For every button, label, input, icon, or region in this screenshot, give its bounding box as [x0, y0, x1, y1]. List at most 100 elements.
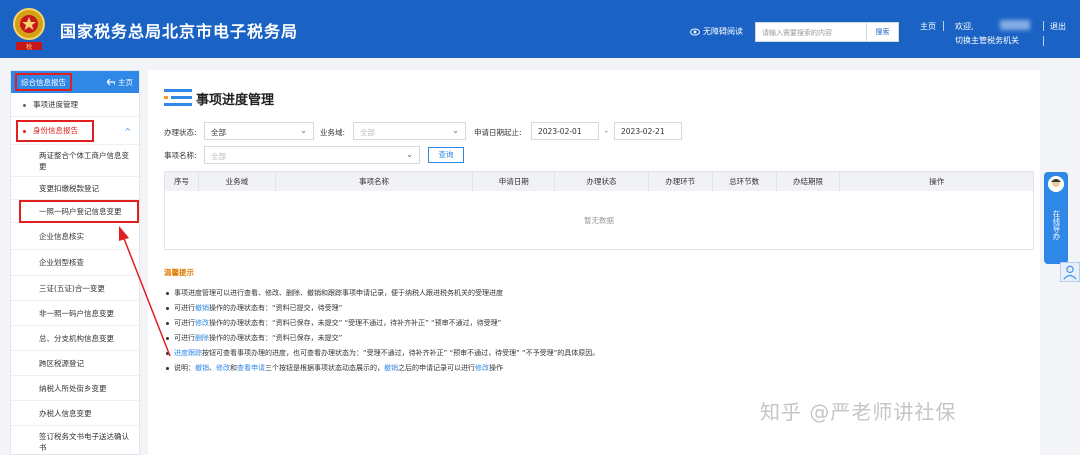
sidebar-item[interactable]: 签订税务文书电子送达确认书: [11, 426, 139, 455]
domain-select[interactable]: 全部 ⌄: [353, 122, 466, 140]
tip-text: 说明：: [174, 364, 195, 372]
sidebar-item-label: 跨区税源登记: [39, 358, 84, 368]
sidebar-item-label: 三证(五证)合一变更: [39, 283, 105, 293]
sidebar-item[interactable]: 非一照一码户信息变更: [11, 301, 139, 326]
eye-icon: [690, 28, 700, 35]
sidebar-item[interactable]: 总、分支机构信息变更: [11, 326, 139, 351]
status-value: 全部: [211, 128, 226, 137]
tip-link[interactable]: 修改: [216, 364, 230, 372]
redacted-username: [1000, 20, 1030, 30]
sidebar-item-label: 总、分支机构信息变更: [39, 333, 114, 343]
top-header: 税 国家税务总局北京市电子税务局 无障碍阅读 请输入需要搜索的内容 搜索 主页 …: [0, 0, 1080, 58]
divider: [943, 21, 944, 31]
tip-line: 进度跟踪按钮可查看事项办理的进度，也可查看办理状态为：“受理不通过，待补齐补正”…: [164, 347, 1024, 362]
tip-line: 可进行修改操作的办理状态有：“资料已保存，未提交” “受理不通过，待补齐补正” …: [164, 317, 1024, 332]
tips-title: 温馨提示: [164, 268, 194, 277]
tip-line: 可进行删除操作的办理状态有：“资料已保存，未提交”: [164, 332, 1024, 347]
online-guide-label: 在线导办: [1052, 210, 1061, 240]
home-link[interactable]: 主页: [920, 21, 936, 32]
sidebar-item-label: 签订税务文书电子送达确认书: [39, 432, 129, 452]
tip-text: 操作的办理状态有：“资料已保存，未提交” “受理不通过，待补齐补正” “预审不通…: [209, 319, 502, 327]
divider: [1043, 21, 1044, 31]
table-column-header: 业务域: [199, 172, 276, 191]
tip-link[interactable]: 撤销: [384, 364, 398, 372]
site-title: 国家税务总局北京市电子税务局: [60, 22, 299, 41]
page-heading: 事项进度管理: [164, 88, 274, 108]
bullet-icon: [166, 337, 169, 340]
tip-line: 事项进度管理可以进行查看、修改、删除、撤销和跟踪事项申请记录，便于纳税人跟进税务…: [164, 287, 1024, 302]
tip-text: 、: [209, 364, 216, 372]
back-arrow-icon: [107, 79, 115, 86]
item-name-label: 事项名称:: [164, 151, 197, 160]
national-emblem-icon: 税: [13, 8, 45, 51]
item-name-select[interactable]: 全部 ⌄: [204, 146, 420, 164]
sidebar-item-label: 事项进度管理: [33, 100, 78, 109]
date-from-input[interactable]: 2023-02-01: [531, 122, 599, 140]
watermark-text: 知乎 @严老师讲社保: [760, 400, 957, 424]
results-table: 序号 业务域 事项名称 申请日期 办理状态 办理环节 总环节数 办结期限 操作 暂无数据: [164, 171, 1034, 250]
tips-section: 温馨提示 事项进度管理可以进行查看、修改、删除、撤销和跟踪事项申请记录，便于纳税…: [164, 267, 1024, 377]
status-label: 办理状态:: [164, 128, 197, 137]
list-icon: [164, 89, 192, 106]
table-header: 序号 业务域 事项名称 申请日期 办理状态 办理环节 总环节数 办结期限 操作: [165, 172, 1033, 191]
sidebar-item[interactable]: 身份信息报告 ^: [11, 117, 139, 145]
bullet-icon: [166, 367, 169, 370]
tip-line: 可进行撤销操作的办理状态有：“资料已提交，待受理”: [164, 302, 1024, 317]
tip-text: 可进行: [174, 334, 195, 342]
tip-text: 按钮可查看事项办理的进度，也可查看办理状态为：“受理不通过，待补齐补正” “预审…: [202, 349, 600, 357]
tip-link[interactable]: 撤销: [195, 304, 209, 312]
highlight-box: [16, 120, 94, 142]
tip-link[interactable]: 查看申请: [237, 364, 265, 372]
welcome-text: 欢迎,: [955, 22, 974, 31]
sidebar-item[interactable]: 一照一码户登记信息变更: [11, 200, 139, 223]
status-select[interactable]: 全部 ⌄: [204, 122, 314, 140]
sidebar-item[interactable]: 变更扣缴税款登记: [11, 177, 139, 200]
tip-text: 可进行: [174, 304, 195, 312]
sidebar-home-link[interactable]: 主页: [107, 77, 133, 88]
sidebar-item[interactable]: 事项进度管理: [11, 93, 139, 117]
tip-text: 事项进度管理可以进行查看、修改、删除、撤销和跟踪事项申请记录，便于纳税人跟进税务…: [174, 289, 503, 297]
date-range-label: 申请日期起止:: [474, 128, 522, 137]
date-separator: -: [605, 127, 608, 136]
sidebar-item[interactable]: 纳税人所处街乡变更: [11, 376, 139, 401]
bullet-icon: [166, 352, 169, 355]
user-profile-icon[interactable]: [1060, 262, 1080, 282]
customer-service-avatar-icon: [1048, 176, 1064, 192]
tip-link[interactable]: 撤销: [195, 364, 209, 372]
tip-text: 操作: [489, 364, 503, 372]
logout-link[interactable]: 退出: [1050, 21, 1066, 32]
sidebar-item[interactable]: 三证(五证)合一变更: [11, 276, 139, 301]
accessibility-toggle[interactable]: 无障碍阅读: [690, 26, 743, 37]
switch-tax-office-link[interactable]: 切换主管税务机关: [955, 35, 1019, 46]
tip-link[interactable]: 进度跟踪: [174, 349, 202, 357]
bullet-icon: [166, 307, 169, 310]
sidebar-item-label: 企业信息核实: [39, 231, 84, 241]
highlight-box: [19, 200, 139, 223]
sidebar-item[interactable]: 企业划型核查: [11, 250, 139, 276]
date-to-input[interactable]: 2023-02-21: [614, 122, 682, 140]
sidebar-item[interactable]: 企业信息核实: [11, 223, 139, 250]
sidebar-item[interactable]: 办税人信息变更: [11, 401, 139, 426]
tip-link[interactable]: 修改: [195, 319, 209, 327]
table-empty-state: 暂无数据: [584, 215, 614, 225]
sidebar-item-label: 办税人信息变更: [39, 408, 92, 418]
tip-text: 之后的申请记录可以进行: [398, 364, 475, 372]
table-column-header: 总环节数: [713, 172, 777, 191]
sidebar-item-label: 两证整合个体工商户信息变更: [39, 150, 129, 171]
chevron-down-icon: ⌄: [406, 150, 413, 159]
bullet-icon: [166, 292, 169, 295]
tips-list: 事项进度管理可以进行查看、修改、删除、撤销和跟踪事项申请记录，便于纳税人跟进税务…: [164, 287, 1024, 377]
sidebar-menu: 事项进度管理身份信息报告 ^ 两证整合个体工商户信息变更变更扣缴税款登记 一照一码户登…: [11, 93, 139, 455]
tip-text: 三个按钮是根据事项状态动态展示的，: [265, 364, 384, 372]
tip-link[interactable]: 修改: [475, 364, 489, 372]
search-button[interactable]: 搜索: [867, 22, 899, 42]
tip-link[interactable]: 删除: [195, 334, 209, 342]
query-button[interactable]: 查询: [428, 147, 464, 163]
sidebar-title[interactable]: 综合信息报告: [15, 73, 72, 91]
search-input[interactable]: 请输入需要搜索的内容: [755, 22, 867, 42]
sidebar-item[interactable]: 跨区税源登记: [11, 351, 139, 376]
page-title: 事项进度管理: [196, 92, 275, 108]
sidebar-item[interactable]: 两证整合个体工商户信息变更: [11, 145, 139, 177]
tip-text: 操作的办理状态有：“资料已保存，未提交”: [209, 334, 343, 342]
tip-text: 和: [230, 364, 237, 372]
